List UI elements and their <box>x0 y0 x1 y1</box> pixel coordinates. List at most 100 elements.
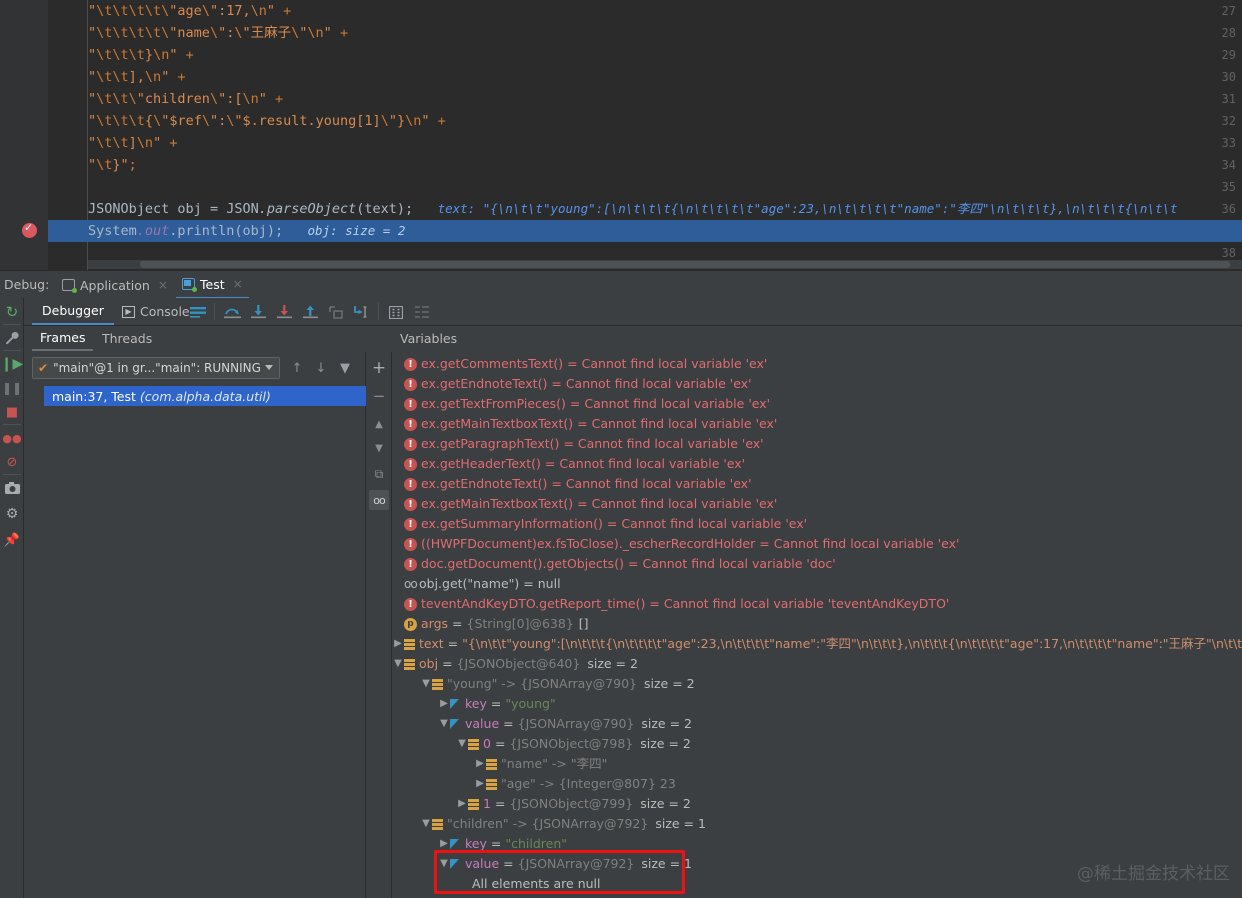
screenshot-camera-icon[interactable] <box>2 478 22 498</box>
step-into-icon[interactable] <box>248 302 268 322</box>
toggle-watches-icon[interactable]: oo <box>369 490 389 510</box>
move-watch-down-icon[interactable]: ▼ <box>369 438 389 458</box>
variable-row[interactable]: ▼ value = {JSONArray@790} size = 2 <box>392 714 1242 734</box>
variable-row[interactable]: ! ex.getMainTextboxText() = Cannot find … <box>392 414 1242 434</box>
drop-frame-icon[interactable] <box>326 302 346 322</box>
settings-gear-icon[interactable]: ⚙ <box>2 504 22 524</box>
equals-sign: = <box>759 536 770 551</box>
breakpoint-icon[interactable] <box>22 220 37 238</box>
editor-horizontal-scrollbar-thumb[interactable] <box>140 261 1230 268</box>
variable-name: ex.getMainTextboxText() <box>421 416 574 431</box>
line-number: 27 <box>1221 4 1236 18</box>
code-line-34: "\t}"; <box>88 157 137 173</box>
close-icon[interactable]: × <box>233 277 243 291</box>
debug-label: Debug: <box>4 277 50 292</box>
pin-tab-icon[interactable]: 📌 <box>2 530 22 550</box>
filter-frames-icon[interactable]: ▼ <box>336 359 354 377</box>
inline-hint-value: "{\n\t\t"young":[\n\t\t\t{\n\t\t\t\t"age… <box>482 201 1178 216</box>
debug-tab-application[interactable]: Application × <box>56 271 174 299</box>
variable-row[interactable]: ▼ "young" -> {JSONArray@790} size = 2 <box>392 674 1242 694</box>
frames-subheader: Frames Threads <box>24 326 392 352</box>
force-step-into-icon[interactable] <box>274 302 294 322</box>
code-editor[interactable]: 27 28 29 30 31 32 33 34 35 36 37 38 "\t\… <box>0 0 1242 270</box>
show-execution-point-icon[interactable] <box>412 302 432 322</box>
variable-row[interactable]: ▶ text = "{\n\t\t"young":[\n\t\t\t{\n\t\… <box>392 634 1242 654</box>
expand-toggle[interactable]: ▶ <box>456 794 468 814</box>
tab-frames[interactable]: Frames <box>32 326 94 351</box>
inline-hint-value-obj: size = 2 <box>345 223 406 238</box>
expand-toggle[interactable]: ▼ <box>420 674 432 694</box>
debug-tab-test[interactable]: Test × <box>176 271 249 299</box>
tab-console[interactable]: ▶ Console <box>112 298 200 325</box>
settings-wrench-icon[interactable] <box>2 328 22 348</box>
variable-name: ex.getSummaryInformation() <box>421 516 603 531</box>
add-watch-icon[interactable]: + <box>369 358 389 378</box>
variable-row[interactable]: ▶ "age" -> {Integer@807} 23 <box>392 774 1242 794</box>
error-icon: ! <box>404 397 417 411</box>
code-line-28: "\t\t\t\t\"name\":\"王麻子\"\n" + <box>88 25 349 41</box>
variable-row[interactable]: ! ex.getHeaderText() = Cannot find local… <box>392 454 1242 474</box>
variable-row[interactable]: p args = {String[0]@638} [] <box>392 614 1242 634</box>
expand-toggle[interactable]: ▼ <box>456 734 468 754</box>
variable-row[interactable]: ! ex.getMainTextboxText() = Cannot find … <box>392 494 1242 514</box>
variable-row[interactable]: ▼ 0 = {JSONObject@798} size = 2 <box>392 734 1242 754</box>
step-over-icon[interactable] <box>222 302 242 322</box>
variable-row[interactable]: oo obj.get("name") = null <box>392 574 1242 594</box>
stop-icon[interactable]: ■ <box>2 402 22 422</box>
variables-panel[interactable]: ! ex.getCommentsText() = Cannot find loc… <box>392 352 1242 898</box>
variable-row[interactable]: ! ex.getEndnoteText() = Cannot find loca… <box>392 374 1242 394</box>
variable-row[interactable]: ! ((HWPFDocument)ex.fsToClose)._escherRe… <box>392 534 1242 554</box>
resume-program-icon[interactable]: ❙▶ <box>1 354 24 374</box>
layout-settings-icon[interactable] <box>188 302 208 322</box>
frame-up-icon[interactable]: ↑ <box>288 359 306 377</box>
pause-program-icon[interactable]: ❚❚ <box>2 378 22 398</box>
frame-down-icon[interactable]: ↓ <box>312 359 330 377</box>
copy-value-icon[interactable]: ⧉ <box>369 464 389 484</box>
variable-row[interactable]: ▶ 1 = {JSONObject@799} size = 2 <box>392 794 1242 814</box>
expand-toggle[interactable]: ▼ <box>392 654 404 674</box>
inline-hint-label: text: <box>437 201 476 216</box>
expand-toggle[interactable]: ▼ <box>438 714 450 734</box>
variable-row[interactable]: ! ex.getSummaryInformation() = Cannot fi… <box>392 514 1242 534</box>
expand-toggle[interactable]: ▼ <box>438 854 450 874</box>
variable-row[interactable]: ! ex.getTextFromPieces() = Cannot find l… <box>392 394 1242 414</box>
chevron-down-icon[interactable] <box>265 365 273 370</box>
expand-toggle[interactable]: ▶ <box>438 834 450 854</box>
evaluate-expression-icon[interactable] <box>386 302 406 322</box>
error-icon: ! <box>404 497 417 511</box>
variable-row[interactable]: ▶ key = "young" <box>392 694 1242 714</box>
mute-breakpoints-icon[interactable]: ⊘ <box>2 452 22 472</box>
remove-watch-icon[interactable]: − <box>369 386 389 406</box>
variable-value: Cannot find local variable 'ex' <box>559 456 746 471</box>
error-icon: ! <box>404 557 417 571</box>
variable-row[interactable]: ▼ "children" -> {JSONArray@792} size = 1 <box>392 814 1242 834</box>
variable-row[interactable]: ! teventAndKeyDTO.getReport_time() = Can… <box>392 594 1242 614</box>
run-to-cursor-icon[interactable] <box>352 302 372 322</box>
tab-debugger[interactable]: Debugger <box>32 298 114 325</box>
code-line-37: System.out.println(obj); obj: size = 2 <box>88 223 406 239</box>
expand-toggle[interactable]: ▶ <box>474 774 486 794</box>
variable-value: "young" <box>505 696 556 711</box>
expand-toggle[interactable]: ▶ <box>474 754 486 774</box>
variable-row[interactable]: ▶ key = "children" <box>392 834 1242 854</box>
move-watch-up-icon[interactable]: ▲ <box>369 414 389 434</box>
variable-row[interactable]: ! ex.getCommentsText() = Cannot find loc… <box>392 354 1242 374</box>
view-breakpoints-icon[interactable]: ●● <box>2 428 22 448</box>
variable-row[interactable]: ! ex.getEndnoteText() = Cannot find loca… <box>392 474 1242 494</box>
frames-panel: ✔ "main"@1 in gr..."main": RUNNING ↑ ↓ ▼… <box>24 352 366 898</box>
expand-toggle[interactable]: ▶ <box>392 634 404 654</box>
close-icon[interactable]: × <box>158 278 168 292</box>
rerun-icon[interactable]: ↻ <box>2 302 22 322</box>
variable-row[interactable]: ! doc.getDocument().getObjects() = Canno… <box>392 554 1242 574</box>
variable-row[interactable]: ▼ obj = {JSONObject@640} size = 2 <box>392 654 1242 674</box>
frame-list-item[interactable]: main:37, Test (com.alpha.data.util) <box>44 386 366 406</box>
variable-row[interactable]: ! ex.getParagraphText() = Cannot find lo… <box>392 434 1242 454</box>
thread-selector[interactable]: ✔ "main"@1 in gr..."main": RUNNING <box>32 357 280 379</box>
equals-sign: = <box>490 836 502 851</box>
variable-row[interactable]: ▶ "name" -> "李四" <box>392 754 1242 774</box>
tab-threads[interactable]: Threads <box>94 326 160 351</box>
expand-toggle[interactable]: ▼ <box>420 814 432 834</box>
expand-toggle[interactable]: ▶ <box>438 694 450 714</box>
step-out-icon[interactable] <box>300 302 320 322</box>
variable-ref: {JSONArray@790} <box>517 716 635 731</box>
